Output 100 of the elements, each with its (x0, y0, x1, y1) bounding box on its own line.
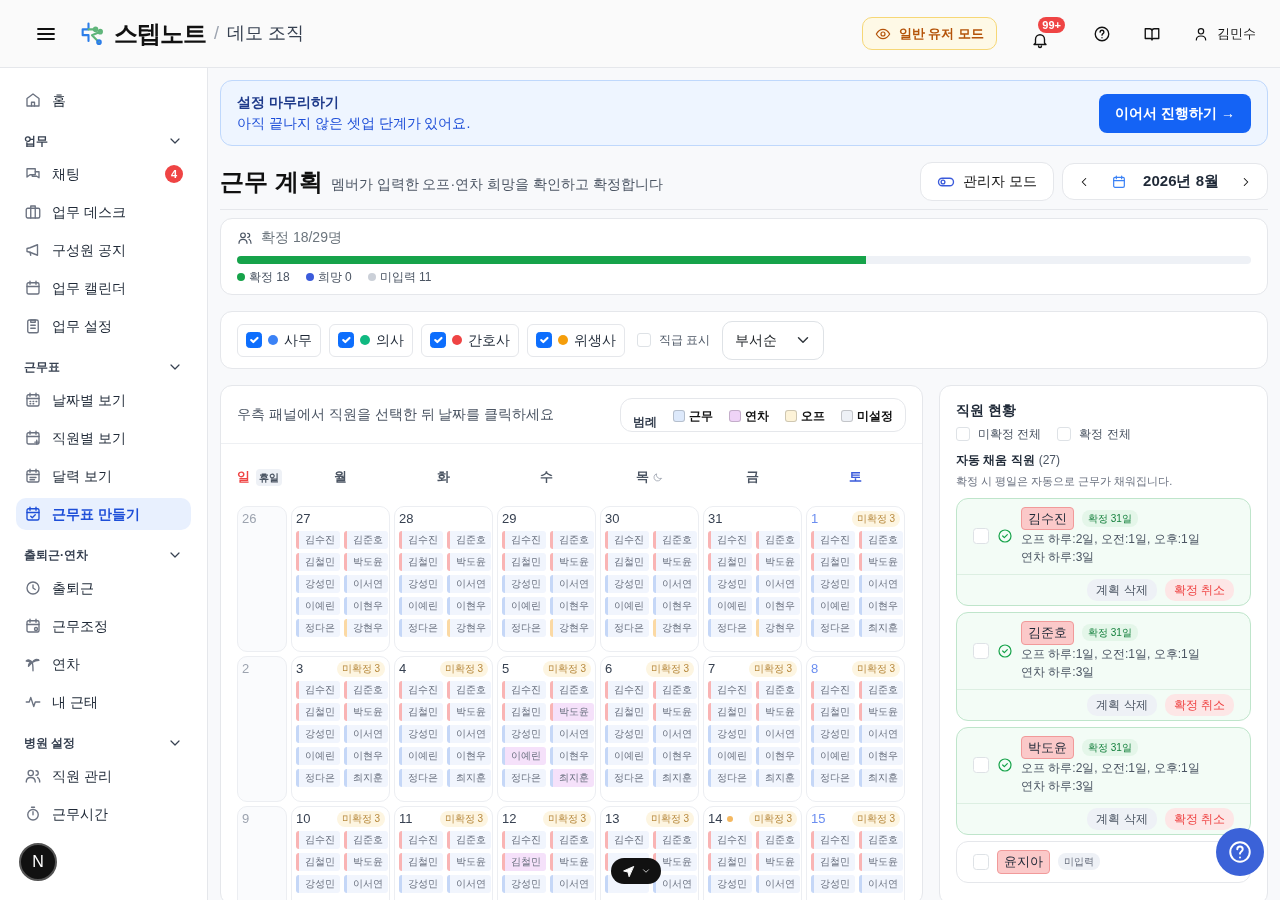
staff-chip[interactable]: 김철민 (502, 552, 546, 571)
staff-chip[interactable]: 김철민 (811, 852, 855, 871)
staff-chip[interactable]: 김준호 (756, 680, 800, 699)
day-cell[interactable]: 29 김수진 김준호 김철민 박도윤 강성민 이서연 이예린 이현우 정다은 강현우 (497, 506, 596, 652)
department-filter[interactable]: 위생사 (527, 323, 625, 357)
staff-chip[interactable]: 김철민 (502, 852, 546, 871)
sidebar-item[interactable]: 출퇴근 (16, 572, 191, 604)
sidebar-item[interactable]: 직원 관리 (16, 760, 191, 792)
sidebar-item[interactable]: 업무 데스크 (16, 196, 191, 228)
checkbox[interactable] (338, 332, 354, 348)
day-cell[interactable]: 6 미확정 3 김수진 김준호 김철민 박도윤 강성민 이서연 이예린 이현우 정다은 최지훈 (600, 656, 699, 802)
staff-chip[interactable]: 이예린 (811, 746, 855, 765)
staff-chip[interactable]: 김수진 (502, 680, 546, 699)
cancel-confirm-button[interactable]: 확정 취소 (1164, 693, 1234, 716)
sidebar-item[interactable]: 업무 설정 (16, 310, 191, 342)
day-cell[interactable]: 3 미확정 3 김수진 김준호 김철민 박도윤 강성민 이서연 이예린 이현우 정다은 최지훈 (291, 656, 390, 802)
staff-chip[interactable]: 정다은 (605, 768, 649, 787)
sidebar-item[interactable]: 근무표 만들기 (16, 498, 191, 530)
staff-chip[interactable]: 박도윤 (756, 552, 800, 571)
staff-chip[interactable]: 이현우 (756, 596, 800, 615)
staff-chip[interactable]: 김준호 (550, 530, 594, 549)
staff-chip[interactable]: 정다은 (502, 768, 546, 787)
staff-chip[interactable]: 이현우 (344, 596, 388, 615)
staff-chip[interactable]: 이예린 (296, 596, 340, 615)
show-rank-toggle[interactable]: 직급 표시 (637, 331, 711, 349)
staff-chip[interactable]: 김준호 (859, 680, 903, 699)
day-cell[interactable]: 1 미확정 3 김수진 김준호 김철민 박도윤 강성민 이서연 이예린 이현우 정다은 최지훈 (806, 506, 905, 652)
user-menu-button[interactable]: 김민수 (1189, 21, 1260, 46)
staff-chip[interactable]: 김준호 (344, 680, 388, 699)
staff-chip[interactable]: 강성민 (811, 724, 855, 743)
staff-chip[interactable]: 정다은 (502, 618, 546, 637)
staff-chip[interactable]: 박도윤 (447, 852, 491, 871)
staff-chip[interactable]: 정다은 (399, 618, 443, 637)
staff-chip[interactable]: 강현우 (756, 618, 800, 637)
staff-chip[interactable]: 강성민 (811, 874, 855, 893)
staff-chip[interactable]: 강현우 (653, 618, 697, 637)
delete-plan-button[interactable]: 계획 삭제 (1087, 808, 1157, 830)
staff-chip[interactable]: 김준호 (447, 530, 491, 549)
staff-chip[interactable]: 이서연 (756, 574, 800, 593)
staff-chip[interactable]: 강성민 (811, 574, 855, 593)
day-cell[interactable]: 30 김수진 김준호 김철민 박도윤 강성민 이서연 이예린 이현우 정다은 강현우 (600, 506, 699, 652)
staff-chip[interactable]: 김철민 (708, 852, 752, 871)
cancel-confirm-button[interactable]: 확정 취소 (1164, 579, 1234, 601)
staff-chip[interactable]: 이예린 (605, 746, 649, 765)
staff-chip[interactable]: 김철민 (399, 702, 443, 721)
staff-chip[interactable]: 김준호 (344, 530, 388, 549)
staff-chip[interactable]: 김철민 (708, 552, 752, 571)
staff-chip[interactable]: 이서연 (550, 724, 594, 743)
staff-chip[interactable]: 박도윤 (859, 552, 903, 571)
staff-chip[interactable]: 이서연 (859, 724, 903, 743)
checkbox[interactable] (246, 332, 262, 348)
staff-chip[interactable]: 강성민 (502, 724, 546, 743)
staff-chip[interactable]: 김준호 (447, 830, 491, 849)
day-cell[interactable]: 26 (237, 506, 287, 652)
staff-chip[interactable]: 정다은 (708, 768, 752, 787)
staff-chip[interactable]: 강성민 (399, 874, 443, 893)
staff-chip[interactable]: 이서연 (550, 874, 594, 893)
staff-chip[interactable]: 이예린 (811, 596, 855, 615)
staff-chip[interactable]: 강성민 (399, 574, 443, 593)
staff-chip[interactable]: 강성민 (605, 724, 649, 743)
staff-chip[interactable]: 박도윤 (550, 702, 594, 721)
staff-chip[interactable]: 이예린 (296, 746, 340, 765)
sidebar-item[interactable]: 달력 보기 (16, 460, 191, 492)
delete-plan-button[interactable]: 계획 삭제 (1087, 693, 1157, 716)
staff-chip[interactable]: 김철민 (399, 552, 443, 571)
staff-chip[interactable]: 강현우 (344, 618, 388, 637)
staff-chip[interactable]: 이서연 (859, 874, 903, 893)
staff-chip[interactable]: 김수진 (502, 830, 546, 849)
staff-chip[interactable]: 김수진 (502, 530, 546, 549)
staff-chip[interactable]: 이서연 (344, 874, 388, 893)
staff-chip[interactable]: 김준호 (859, 530, 903, 549)
day-cell[interactable]: 7 미확정 3 김수진 김준호 김철민 박도윤 강성민 이서연 이예린 이현우 정다은 최지훈 (703, 656, 802, 802)
staff-chip[interactable]: 이서연 (653, 574, 697, 593)
staff-chip[interactable]: 강성민 (502, 574, 546, 593)
staff-chip[interactable]: 이서연 (653, 724, 697, 743)
staff-chip[interactable]: 박도윤 (344, 852, 388, 871)
staff-chip[interactable]: 김준호 (756, 830, 800, 849)
staff-chip[interactable]: 김수진 (399, 830, 443, 849)
staff-chip[interactable]: 이현우 (344, 746, 388, 765)
sidebar-item[interactable]: 근무시간 (16, 798, 191, 830)
staff-chip[interactable]: 이현우 (447, 746, 491, 765)
staff-chip[interactable]: 김준호 (550, 680, 594, 699)
staff-chip[interactable]: 강성민 (502, 874, 546, 893)
department-filter[interactable]: 사무 (237, 323, 321, 357)
staff-chip[interactable]: 박도윤 (859, 702, 903, 721)
staff-chip[interactable]: 김수진 (399, 680, 443, 699)
day-cell[interactable]: 2 (237, 656, 287, 802)
staff-chip[interactable]: 정다은 (708, 618, 752, 637)
staff-chip[interactable]: 김수진 (708, 830, 752, 849)
staff-chip[interactable]: 정다은 (296, 768, 340, 787)
staff-chip[interactable]: 최지훈 (344, 768, 388, 787)
staff-chip[interactable]: 이예린 (502, 746, 546, 765)
staff-chip[interactable]: 최지훈 (859, 618, 903, 637)
day-cell[interactable]: 9 (237, 806, 287, 900)
staff-chip[interactable]: 이서연 (447, 574, 491, 593)
staff-chip[interactable]: 이현우 (756, 746, 800, 765)
staff-chip[interactable]: 이현우 (653, 746, 697, 765)
staff-chip[interactable]: 박도윤 (344, 552, 388, 571)
bulk-select-toggle[interactable]: 확정 전체 (1057, 425, 1131, 443)
staff-chip[interactable]: 김철민 (399, 852, 443, 871)
